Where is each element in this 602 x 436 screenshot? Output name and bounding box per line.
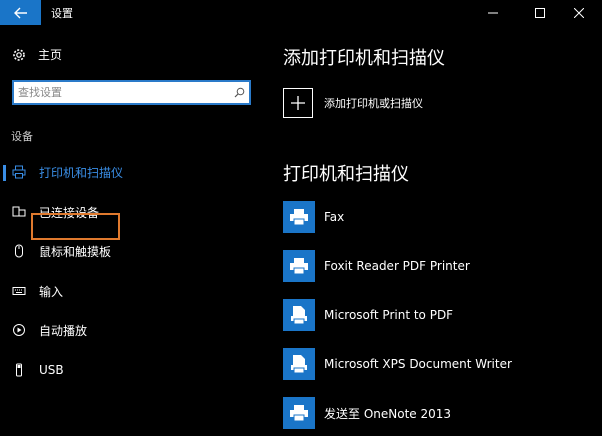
add-printer-button[interactable]: 添加打印机或扫描仪 xyxy=(283,88,423,118)
usb-icon xyxy=(12,363,26,377)
printer-item[interactable]: Microsoft Print to PDF xyxy=(283,299,593,331)
search-box[interactable] xyxy=(12,80,251,105)
keyboard-icon xyxy=(12,284,26,298)
sidebar-item-connected-devices[interactable]: 已连接设备 xyxy=(0,198,262,226)
active-indicator xyxy=(3,165,6,181)
mouse-icon xyxy=(12,244,26,258)
sidebar-item-label: USB xyxy=(39,363,64,377)
printer-icon xyxy=(12,165,26,179)
add-section-title: 添加打印机和扫描仪 xyxy=(283,48,445,69)
printer-icon xyxy=(283,250,315,282)
printer-item[interactable]: Microsoft XPS Document Writer xyxy=(283,348,593,380)
autoplay-icon xyxy=(12,323,26,337)
back-button[interactable] xyxy=(0,0,41,25)
close-button[interactable] xyxy=(556,0,602,25)
section-label: 设备 xyxy=(11,130,33,143)
sidebar-item-autoplay[interactable]: 自动播放 xyxy=(0,316,262,344)
sidebar-item-mouse-touchpad[interactable]: 鼠标和触摸板 xyxy=(0,237,262,265)
sidebar-item-label: 自动播放 xyxy=(39,323,88,338)
plus-icon xyxy=(283,88,313,118)
printer-name: Fax xyxy=(324,210,345,224)
document-printer-icon xyxy=(283,348,315,380)
printer-name: 发送至 OneNote 2013 xyxy=(324,406,452,421)
maximize-icon xyxy=(535,7,545,18)
printer-icon xyxy=(283,201,315,233)
minimize-icon xyxy=(488,12,498,13)
title-bar: 设置 xyxy=(0,0,602,25)
sidebar-item-usb[interactable]: USB xyxy=(0,356,262,384)
sidebar-item-typing[interactable]: 输入 xyxy=(0,277,262,305)
gear-icon xyxy=(13,48,25,61)
printer-name: Microsoft XPS Document Writer xyxy=(324,357,512,371)
search-icon[interactable] xyxy=(229,87,249,98)
sidebar-item-label: 鼠标和触摸板 xyxy=(39,244,112,259)
sidebar-item-printers[interactable]: 打印机和扫描仪 xyxy=(0,158,262,186)
sidebar-item-label: 已连接设备 xyxy=(39,205,100,220)
printers-list-title: 打印机和扫描仪 xyxy=(283,164,409,185)
printer-item[interactable]: Foxit Reader PDF Printer xyxy=(283,250,593,282)
window-title: 设置 xyxy=(51,7,73,20)
sidebar: 主页 设备 打印机和扫描仪 已连接设备 鼠标和触摸板 输入 xyxy=(0,25,262,436)
main-content: 添加打印机和扫描仪 添加打印机或扫描仪 打印机和扫描仪 Fax Foxit Re… xyxy=(262,25,602,436)
arrow-left-icon xyxy=(13,7,27,18)
minimize-button[interactable] xyxy=(470,0,516,25)
close-icon xyxy=(574,7,584,18)
sidebar-item-label: 输入 xyxy=(39,284,64,299)
printer-item[interactable]: Fax xyxy=(283,201,593,233)
search-input[interactable] xyxy=(14,82,229,103)
home-label: 主页 xyxy=(38,48,63,62)
add-printer-label: 添加打印机或扫描仪 xyxy=(324,97,423,110)
sidebar-item-label: 打印机和扫描仪 xyxy=(39,165,124,180)
printer-icon xyxy=(283,397,315,429)
printer-name: Microsoft Print to PDF xyxy=(324,308,454,322)
printer-item[interactable]: 发送至 OneNote 2013 xyxy=(283,397,593,429)
home-nav[interactable]: 主页 xyxy=(12,46,62,63)
connected-devices-icon xyxy=(12,205,26,219)
printer-name: Foxit Reader PDF Printer xyxy=(324,259,470,273)
document-printer-icon xyxy=(283,299,315,331)
